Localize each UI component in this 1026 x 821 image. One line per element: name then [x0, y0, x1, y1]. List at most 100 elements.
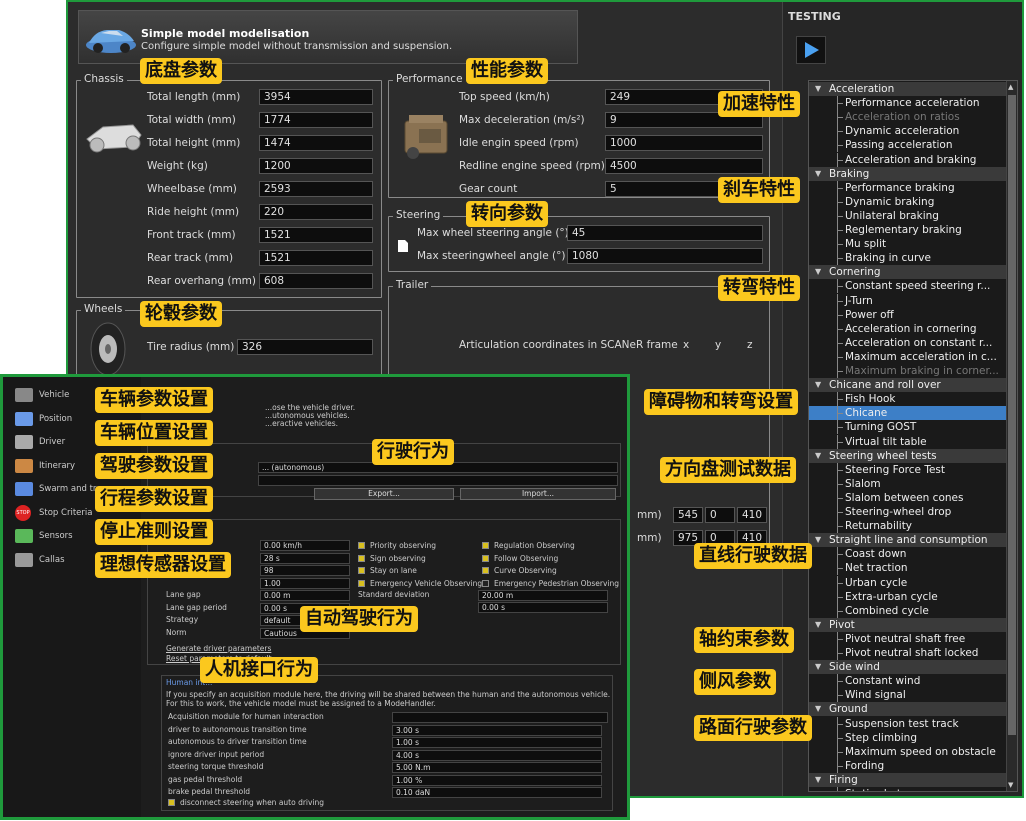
scroll-thumb[interactable]: [1008, 95, 1016, 735]
human-param-field[interactable]: 1.00 s: [392, 737, 602, 748]
tree-item[interactable]: Performance acceleration: [809, 96, 1007, 111]
tree-item[interactable]: Returnability: [809, 519, 1007, 534]
tree-item[interactable]: Extra-urban cycle: [809, 589, 1007, 604]
play-button[interactable]: [796, 36, 826, 64]
tree-item[interactable]: Acceleration on constant r...: [809, 335, 1007, 350]
tree-item[interactable]: Step climbing: [809, 730, 1007, 745]
field-input[interactable]: 4500: [605, 158, 763, 174]
field-input[interactable]: 1774: [259, 112, 373, 128]
tree-item[interactable]: Unilateral braking: [809, 208, 1007, 223]
tree-item[interactable]: Steering Force Test: [809, 462, 1007, 477]
human-param-field[interactable]: 3.00 s: [392, 724, 602, 736]
tree-item[interactable]: Acceleration on ratios: [809, 110, 1007, 125]
tree-item[interactable]: Reglementary braking: [809, 223, 1007, 237]
human-param-field[interactable]: 4.00 s: [392, 749, 602, 761]
tree-item[interactable]: Suspension test track: [809, 716, 1007, 731]
human-param-field[interactable]: 1.00 %: [392, 774, 602, 786]
field-input[interactable]: 1080: [567, 248, 763, 264]
tree-item[interactable]: Passing acceleration: [809, 138, 1007, 153]
tree-item[interactable]: Slalom: [809, 476, 1007, 491]
tree-item[interactable]: Virtual tilt table: [809, 434, 1007, 449]
tree-item[interactable]: Urban cycle: [809, 575, 1007, 590]
tree-item[interactable]: Static shot: [809, 787, 1007, 791]
param-field[interactable]: 0.00 km/h: [260, 540, 350, 551]
export-button[interactable]: Export...: [314, 488, 454, 500]
human-param-field[interactable]: [392, 712, 608, 723]
tree-item[interactable]: Chicane: [809, 406, 1007, 421]
tree-item[interactable]: Wind signal: [809, 688, 1007, 703]
scroll-up-icon[interactable]: ▲: [1008, 83, 1016, 91]
human-param-field[interactable]: 0.10 daN: [392, 787, 602, 798]
field-input[interactable]: 2593: [259, 181, 373, 197]
tree-item[interactable]: Performance braking: [809, 180, 1007, 195]
param-field[interactable]: 0.00 m: [260, 590, 350, 601]
tree-item[interactable]: Dynamic braking: [809, 194, 1007, 209]
tree-category[interactable]: Ground: [809, 702, 1007, 717]
param-field[interactable]: 98: [260, 565, 350, 576]
trailer-row1-z[interactable]: 410: [737, 507, 767, 523]
tree-item[interactable]: Turning GOST: [809, 420, 1007, 435]
option-checkbox[interactable]: [482, 554, 489, 562]
tree-category[interactable]: Pivot: [809, 617, 1007, 632]
field-input[interactable]: 220: [259, 204, 373, 220]
tree-item[interactable]: Steering-wheel drop: [809, 505, 1007, 519]
driver-select-2[interactable]: [258, 475, 618, 486]
tree-category[interactable]: Braking: [809, 166, 1007, 181]
human-param-field[interactable]: 5.00 N.m: [392, 762, 602, 773]
field-input[interactable]: 3954: [259, 89, 373, 105]
tree-category[interactable]: Firing: [809, 772, 1007, 787]
field-input[interactable]: 1474: [259, 135, 373, 151]
tree-item[interactable]: Net traction: [809, 561, 1007, 576]
option-checkbox[interactable]: [358, 567, 365, 574]
param-field[interactable]: 28 s: [260, 552, 350, 564]
field-input[interactable]: 1521: [259, 250, 373, 266]
scroll-down-icon[interactable]: ▼: [1008, 781, 1016, 789]
disconnect-checkbox[interactable]: [168, 799, 175, 806]
option-checkbox[interactable]: [482, 567, 489, 574]
tree-category[interactable]: Acceleration: [809, 82, 1007, 96]
option-checkbox[interactable]: [358, 542, 365, 549]
option-checkbox[interactable]: [358, 554, 365, 562]
option-checkbox[interactable]: [482, 542, 489, 549]
tree-item[interactable]: Fording: [809, 758, 1007, 773]
tree-item[interactable]: Acceleration and braking: [809, 152, 1007, 167]
field-input[interactable]: 1000: [605, 135, 763, 151]
tree-category[interactable]: Chicane and roll over: [809, 378, 1007, 393]
std-dev-field-2[interactable]: 0.00 s: [478, 602, 608, 613]
option-checkbox[interactable]: [358, 579, 365, 587]
field-input[interactable]: 1200: [259, 158, 373, 174]
tree-category[interactable]: Steering wheel tests: [809, 448, 1007, 463]
tree-item[interactable]: Pivot neutral shaft locked: [809, 646, 1007, 660]
trailer-row1-x[interactable]: 545: [673, 507, 703, 523]
tree-item[interactable]: Constant speed steering r...: [809, 279, 1007, 294]
field-input[interactable]: 1521: [259, 227, 373, 243]
tree-category[interactable]: Side wind: [809, 660, 1007, 675]
tree-item[interactable]: J-Turn: [809, 293, 1007, 308]
option-checkbox[interactable]: [482, 579, 489, 587]
tree-item[interactable]: Dynamic acceleration: [809, 124, 1007, 139]
tree-item[interactable]: Braking in curve: [809, 251, 1007, 266]
trailer-row1-y[interactable]: 0: [705, 507, 735, 523]
tree-item[interactable]: Maximum braking in corner...: [809, 364, 1007, 378]
generate-params-link[interactable]: Generate driver parameters: [166, 644, 271, 653]
tree-item[interactable]: Pivot neutral shaft free: [809, 631, 1007, 646]
std-dev-field[interactable]: 20.00 m: [478, 590, 608, 601]
import-button[interactable]: Import...: [460, 488, 616, 500]
tree-category[interactable]: Cornering: [809, 265, 1007, 280]
tree-item[interactable]: Fish Hook: [809, 392, 1007, 407]
tree-item[interactable]: Maximum acceleration in c...: [809, 349, 1007, 364]
tree-item[interactable]: Power off: [809, 307, 1007, 322]
tree-item[interactable]: Maximum speed on obstacle: [809, 744, 1007, 759]
tree-item[interactable]: Slalom between cones: [809, 490, 1007, 505]
tree-item[interactable]: Combined cycle: [809, 603, 1007, 618]
tree-item[interactable]: Constant wind: [809, 674, 1007, 689]
field-input[interactable]: 608: [259, 273, 373, 289]
tree-category[interactable]: Straight line and consumption: [809, 533, 1007, 548]
field-input[interactable]: 45: [567, 225, 763, 241]
tree-scrollbar[interactable]: ▲ ▼: [1006, 81, 1017, 791]
tire-radius-field[interactable]: 326: [237, 339, 373, 355]
tree-item[interactable]: Acceleration in cornering: [809, 321, 1007, 336]
tree-item[interactable]: Coast down: [809, 547, 1007, 562]
param-field[interactable]: 1.00: [260, 577, 350, 589]
tree-item[interactable]: Mu split: [809, 237, 1007, 252]
